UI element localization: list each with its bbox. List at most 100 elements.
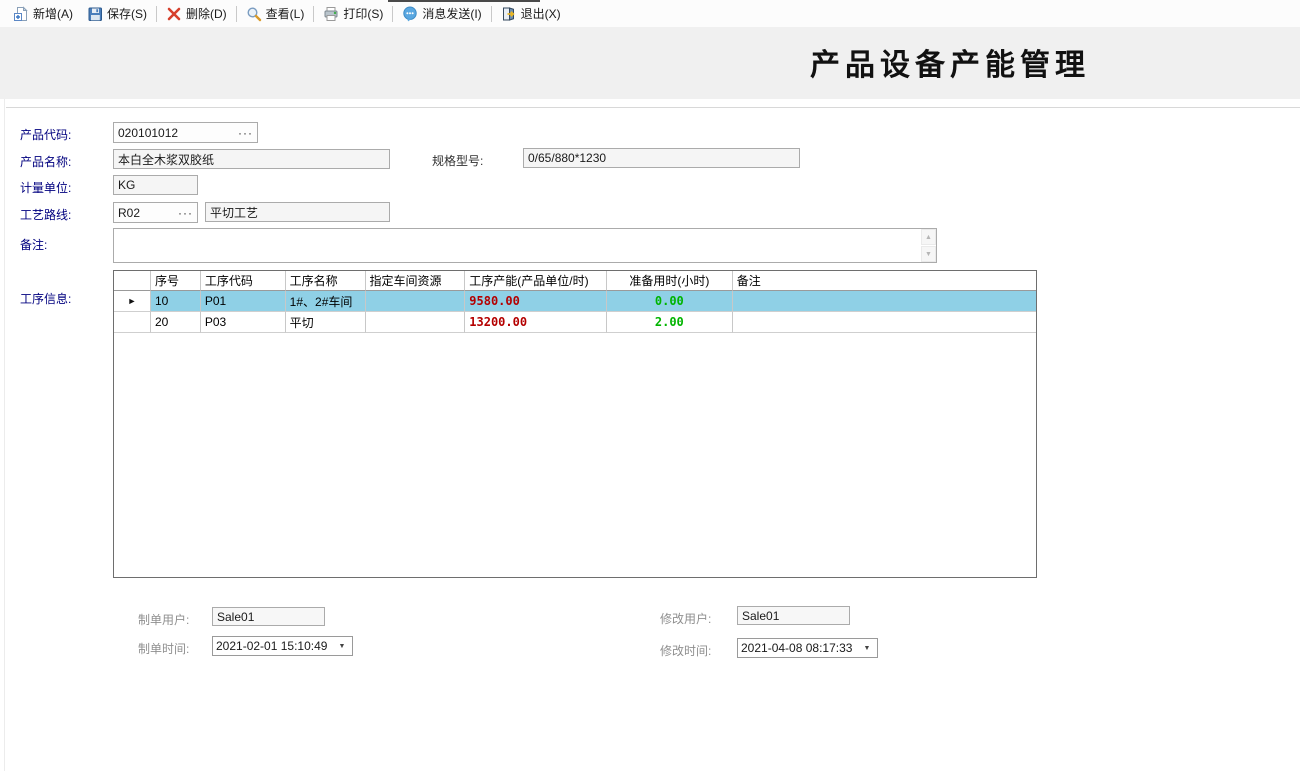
- name-cell: 平切: [286, 312, 366, 333]
- product-name-label: 产品名称:: [20, 153, 71, 170]
- created-by-field[interactable]: Sale01: [212, 607, 325, 626]
- app-window: 新增(A) 保存(S) 删除(D) 查看(L) 打印(S): [0, 0, 1300, 771]
- exit-icon: [501, 6, 517, 22]
- toolbar-button-label: 删除(D): [186, 5, 227, 22]
- product-code-value: 020101012: [118, 126, 234, 140]
- save-button[interactable]: 保存(S): [80, 2, 154, 25]
- code-cell: P03: [201, 312, 286, 333]
- process-route-code-field[interactable]: R02 ···: [113, 202, 198, 223]
- toolbar-button-label: 退出(X): [521, 5, 561, 22]
- modified-at-datepicker[interactable]: 2021-04-08 08:17:33 ▼: [737, 638, 878, 658]
- workshop-cell: [366, 291, 466, 312]
- col-name: 工序名称: [286, 271, 366, 291]
- modified-at-label: 修改时间:: [660, 642, 711, 659]
- modified-by-label: 修改用户:: [660, 610, 711, 627]
- toolbar-separator: [313, 6, 314, 22]
- seq-cell: 20: [151, 312, 201, 333]
- col-capacity: 工序产能(产品单位/时): [465, 271, 607, 291]
- toolbar-separator: [491, 6, 492, 22]
- table-header-row: 序号 工序代码 工序名称 指定车间资源 工序产能(产品单位/时) 准备用时(小时…: [114, 271, 1036, 291]
- process-route-lookup-button[interactable]: ···: [174, 206, 193, 220]
- col-code: 工序代码: [201, 271, 286, 291]
- workshop-cell: [366, 312, 466, 333]
- view-button[interactable]: 查看(L): [239, 2, 312, 25]
- product-code-field[interactable]: 020101012 ···: [113, 122, 258, 143]
- print-button[interactable]: 打印(S): [316, 2, 390, 25]
- chevron-down-icon[interactable]: ▼: [335, 643, 349, 650]
- spec-model-label: 规格型号:: [432, 152, 483, 169]
- remarks-textarea[interactable]: ▲ ▼: [113, 228, 937, 263]
- modified-by-field[interactable]: Sale01: [737, 606, 850, 625]
- product-code-label: 产品代码:: [20, 126, 71, 143]
- toolbar-button-label: 打印(S): [343, 5, 383, 22]
- spec-model-value: 0/65/880*1230: [528, 151, 795, 165]
- table-row[interactable]: ► 10 P01 1#、2#车间 9580.00 0.00: [114, 291, 1036, 312]
- view-icon: [246, 6, 262, 22]
- toolbar-button-label: 查看(L): [266, 5, 305, 22]
- col-seq: 序号: [151, 271, 201, 291]
- modified-at-value: 2021-04-08 08:17:33: [741, 641, 860, 655]
- col-prep: 准备用时(小时): [607, 271, 733, 291]
- row-selector-cell: ►: [114, 291, 151, 312]
- col-workshop: 指定车间资源: [366, 271, 466, 291]
- toolbar-button-label: 新增(A): [33, 5, 73, 22]
- delete-button[interactable]: 删除(D): [159, 2, 234, 25]
- row-selector-header: [114, 271, 151, 291]
- content-panel-border-left: [4, 99, 5, 771]
- process-table: 序号 工序代码 工序名称 指定车间资源 工序产能(产品单位/时) 准备用时(小时…: [113, 270, 1037, 578]
- table-row[interactable]: 20 P03 平切 13200.00 2.00: [114, 312, 1036, 333]
- page-title: 产品设备产能管理: [780, 40, 1120, 84]
- name-cell: 1#、2#车间: [286, 291, 366, 312]
- window-top-edge: [388, 0, 540, 2]
- message-icon: [402, 6, 418, 22]
- product-code-lookup-button[interactable]: ···: [234, 126, 253, 140]
- toolbar: 新增(A) 保存(S) 删除(D) 查看(L) 打印(S): [0, 0, 1300, 28]
- unit-label: 计量单位:: [20, 179, 71, 196]
- process-route-name-field[interactable]: 平切工艺: [205, 202, 390, 222]
- col-remark: 备注: [733, 271, 1036, 291]
- process-route-name-value: 平切工艺: [210, 204, 385, 221]
- prep-cell: 2.00: [607, 312, 733, 333]
- product-name-field[interactable]: 本白全木浆双胶纸: [113, 149, 390, 169]
- toolbar-separator: [236, 6, 237, 22]
- chevron-down-icon[interactable]: ▼: [860, 645, 874, 652]
- remarks-scrollbar: ▲ ▼: [921, 229, 936, 262]
- modified-by-value: Sale01: [742, 609, 845, 623]
- unit-field[interactable]: KG: [113, 175, 198, 195]
- new-button[interactable]: 新增(A): [6, 2, 80, 25]
- content-panel-border: [6, 107, 1300, 108]
- remark-cell: [733, 291, 1036, 312]
- created-by-label: 制单用户:: [138, 611, 189, 628]
- remark-cell: [733, 312, 1036, 333]
- created-at-value: 2021-02-01 15:10:49: [216, 639, 335, 653]
- delete-icon: [166, 6, 182, 22]
- created-at-label: 制单时间:: [138, 640, 189, 657]
- process-route-code-value: R02: [118, 206, 174, 220]
- toolbar-separator: [156, 6, 157, 22]
- toolbar-button-label: 保存(S): [107, 5, 147, 22]
- row-selector-cell: [114, 312, 151, 333]
- spec-model-field[interactable]: 0/65/880*1230: [523, 148, 800, 168]
- exit-button[interactable]: 退出(X): [494, 2, 568, 25]
- created-at-datepicker[interactable]: 2021-02-01 15:10:49 ▼: [212, 636, 353, 656]
- capacity-cell: 13200.00: [465, 312, 607, 333]
- code-cell: P01: [201, 291, 286, 312]
- prep-cell: 0.00: [607, 291, 733, 312]
- process-info-label: 工序信息:: [20, 290, 71, 307]
- product-name-value: 本白全木浆双胶纸: [118, 151, 385, 168]
- toolbar-button-label: 消息发送(I): [422, 5, 481, 22]
- unit-value: KG: [118, 178, 193, 192]
- new-document-icon: [13, 6, 29, 22]
- save-icon: [87, 6, 103, 22]
- seq-cell: 10: [151, 291, 201, 312]
- send-message-button[interactable]: 消息发送(I): [395, 2, 488, 25]
- scroll-up-icon[interactable]: ▲: [921, 229, 936, 245]
- created-by-value: Sale01: [217, 610, 320, 624]
- toolbar-separator: [392, 6, 393, 22]
- remarks-label: 备注:: [20, 236, 47, 253]
- scroll-down-icon[interactable]: ▼: [921, 246, 936, 262]
- current-row-arrow-icon: ►: [128, 296, 137, 306]
- process-route-label: 工艺路线:: [20, 206, 71, 223]
- print-icon: [323, 6, 339, 22]
- capacity-cell: 9580.00: [465, 291, 607, 312]
